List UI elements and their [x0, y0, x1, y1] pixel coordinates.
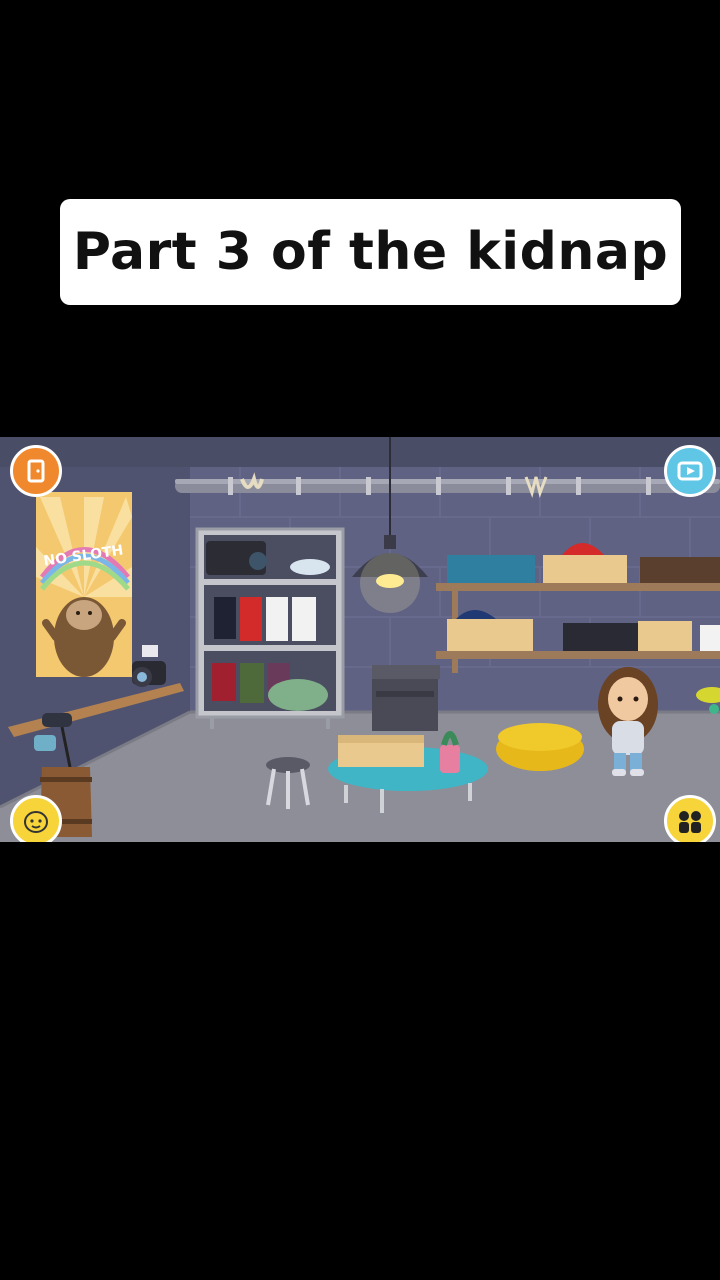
caption-banner: Part 3 of the kidnap [60, 199, 681, 305]
character-menu-button[interactable] [10, 795, 62, 842]
video-record-button[interactable] [664, 445, 716, 497]
characters-icon [679, 811, 701, 833]
room-illustration: NO SLOTH [0, 437, 720, 842]
character-face-icon [24, 811, 48, 833]
video-record-icon [677, 461, 703, 481]
exit-door-icon [27, 459, 45, 483]
exit-button[interactable] [10, 445, 62, 497]
caption-text: Part 3 of the kidnap [72, 222, 669, 282]
game-scene[interactable]: NO SLOTH [0, 437, 720, 842]
characters-button[interactable] [664, 795, 716, 842]
